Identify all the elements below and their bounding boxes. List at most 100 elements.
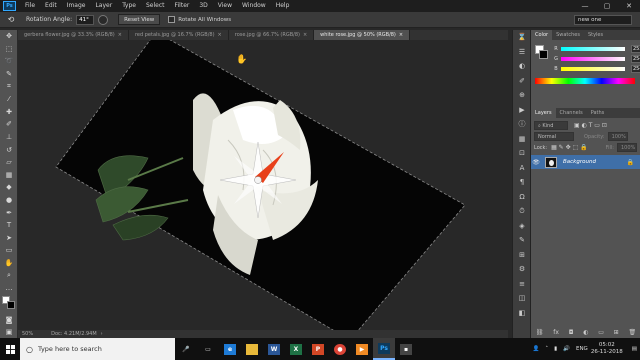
taskbar-app-explorer[interactable] — [241, 338, 263, 360]
close-tab-icon[interactable]: × — [303, 32, 307, 38]
menu-file[interactable]: File — [20, 0, 40, 12]
screen-mode-icon[interactable]: ▣ — [0, 326, 18, 339]
menu-select[interactable]: Select — [141, 0, 170, 12]
close-tab-icon[interactable]: × — [218, 32, 222, 38]
rotated-image-canvas[interactable]: ✋ — [18, 40, 508, 330]
more-tools-icon[interactable]: … — [0, 282, 18, 295]
taskbar-app-media[interactable]: ▶ — [351, 338, 373, 360]
reset-view-button[interactable]: Reset View — [118, 14, 161, 25]
blue-slider[interactable] — [561, 67, 625, 71]
close-tab-icon[interactable]: × — [118, 32, 122, 38]
green-slider[interactable] — [561, 57, 625, 61]
notifications-icon[interactable]: ▤ — [632, 346, 637, 352]
status-arrow-icon[interactable]: › — [101, 331, 103, 337]
eraser-tool-icon[interactable]: ▱ — [0, 156, 18, 169]
tool-presets-icon[interactable]: ⚙ — [513, 262, 531, 277]
layer-name[interactable]: Background — [563, 159, 596, 165]
healing-brush-tool-icon[interactable]: ✚ — [0, 106, 18, 119]
taskbar-app-powerpoint[interactable]: P — [307, 338, 329, 360]
move-tool-icon[interactable]: ✥ — [0, 30, 18, 43]
start-button[interactable] — [0, 338, 20, 360]
opacity-input[interactable]: 100% — [607, 132, 628, 141]
tab-rose[interactable]: rose.jpg @ 66.7% (RGB/8) × — [229, 30, 315, 40]
crop-tool-icon[interactable]: ⌗ — [0, 80, 18, 93]
network-icon[interactable]: ▮ — [554, 346, 557, 352]
volume-icon[interactable]: 🔊 — [563, 346, 570, 352]
history-panel-icon[interactable]: ⌛ — [513, 30, 531, 45]
layer-comps-icon[interactable]: ≡ — [513, 277, 531, 292]
add-mask-icon[interactable]: ◘ — [569, 329, 574, 336]
properties-panel-icon[interactable]: ☰ — [513, 45, 531, 60]
tab-channels[interactable]: Channels — [556, 108, 587, 118]
minimize-button[interactable]: — — [574, 0, 596, 12]
photoshop-logo[interactable]: Ps — [3, 1, 16, 11]
3d-panel-icon[interactable]: ◈ — [513, 219, 531, 234]
canvas-area[interactable]: ✋ — [18, 40, 508, 330]
path-select-tool-icon[interactable]: ➤ — [0, 232, 18, 245]
hand-tool-icon[interactable]: ✋ — [0, 257, 18, 270]
quick-mask-icon[interactable]: ◙ — [0, 314, 18, 327]
background-swatch[interactable] — [539, 50, 548, 59]
clock[interactable]: 05:02 26-11-2018 — [591, 342, 623, 356]
workspace-select[interactable]: new one — [574, 14, 632, 25]
clone-source-icon[interactable]: ⊕ — [513, 88, 531, 103]
notes-panel-icon[interactable]: ✎ — [513, 233, 531, 248]
quick-select-tool-icon[interactable]: ✎ — [0, 68, 18, 81]
layer-row-background[interactable]: 👁 Background 🔒 — [531, 155, 640, 169]
character-panel-icon[interactable]: A — [513, 161, 531, 176]
menu-filter[interactable]: Filter — [170, 0, 195, 12]
fill-input[interactable]: 100% — [617, 143, 637, 152]
lasso-tool-icon[interactable]: ➰ — [0, 55, 18, 68]
actions-panel-icon[interactable]: ▶ — [513, 103, 531, 118]
zoom-level[interactable]: 50% — [22, 331, 33, 337]
menu-type[interactable]: Type — [117, 0, 141, 12]
menu-edit[interactable]: Edit — [40, 0, 62, 12]
tab-gerbera-flower[interactable]: gerbera flower.jpg @ 33.3% (RGB/8) × — [18, 30, 129, 40]
menu-layer[interactable]: Layer — [90, 0, 117, 12]
tab-white-rose[interactable]: white rose.jpg @ 50% (RGB/8) × — [314, 30, 411, 40]
taskbar-search[interactable]: ○ Type here to search — [20, 338, 175, 360]
rotate-view-tool-icon[interactable]: ⟲ — [4, 14, 18, 26]
navigator-panel-icon[interactable]: ⊡ — [513, 146, 531, 161]
shape-tool-icon[interactable]: ▭ — [0, 244, 18, 257]
pen-tool-icon[interactable]: ✒ — [0, 206, 18, 219]
filter-icons[interactable]: ▣ ◐ T ▭ ⊡ — [574, 122, 607, 129]
green-value-input[interactable]: 254 — [631, 55, 640, 63]
new-layer-icon[interactable]: ⊞ — [614, 329, 619, 336]
clone-stamp-tool-icon[interactable]: ⊥ — [0, 131, 18, 144]
blur-tool-icon[interactable]: ◆ — [0, 181, 18, 194]
tab-styles[interactable]: Styles — [584, 30, 607, 40]
taskbar-app-excel[interactable]: X — [285, 338, 307, 360]
taskbar-app-photoshop[interactable]: Ps — [373, 338, 395, 360]
background-color-swatch[interactable] — [7, 301, 15, 309]
people-icon[interactable]: 👤 — [532, 346, 539, 352]
blend-mode-select[interactable]: Normal — [534, 132, 574, 141]
taskbar-app-edge[interactable]: e — [219, 338, 241, 360]
layer-style-icon[interactable]: fx — [553, 329, 559, 336]
menu-help[interactable]: Help — [271, 0, 295, 12]
tab-layers[interactable]: Layers — [531, 108, 556, 118]
info-panel-icon[interactable]: ⓘ — [513, 117, 531, 132]
tab-red-petals[interactable]: red petals.jpg @ 16.7% (RGB/8) × — [129, 30, 229, 40]
menu-3d[interactable]: 3D — [194, 0, 212, 12]
taskbar-app-word[interactable]: W — [263, 338, 285, 360]
close-button[interactable]: ✕ — [618, 0, 640, 12]
layer-kind-filter[interactable]: ⌕ Kind — [534, 121, 568, 130]
history-brush-tool-icon[interactable]: ↺ — [0, 143, 18, 156]
red-value-input[interactable]: 255 — [631, 45, 640, 53]
language-indicator[interactable]: ENG — [576, 346, 588, 352]
tab-swatches[interactable]: Swatches — [552, 30, 584, 40]
tab-color[interactable]: Color — [531, 30, 553, 40]
color-spectrum-ramp[interactable] — [535, 78, 635, 84]
libraries-panel-icon[interactable]: ▦ — [513, 132, 531, 147]
rotate-all-windows-checkbox[interactable] — [168, 16, 176, 23]
delete-layer-icon[interactable]: 🗑 — [628, 329, 636, 336]
brush-tool-icon[interactable]: ✐ — [0, 118, 18, 131]
cortana-mic-button[interactable]: 🎤 — [175, 338, 197, 360]
rotation-angle-input[interactable]: 41° — [76, 14, 95, 25]
brush-panel-icon[interactable]: ✐ — [513, 74, 531, 89]
menu-view[interactable]: View — [213, 0, 237, 12]
gradient-tool-icon[interactable]: ▦ — [0, 169, 18, 182]
adjustments-panel-icon[interactable]: ◐ — [513, 59, 531, 74]
type-tool-icon[interactable]: T — [0, 219, 18, 232]
